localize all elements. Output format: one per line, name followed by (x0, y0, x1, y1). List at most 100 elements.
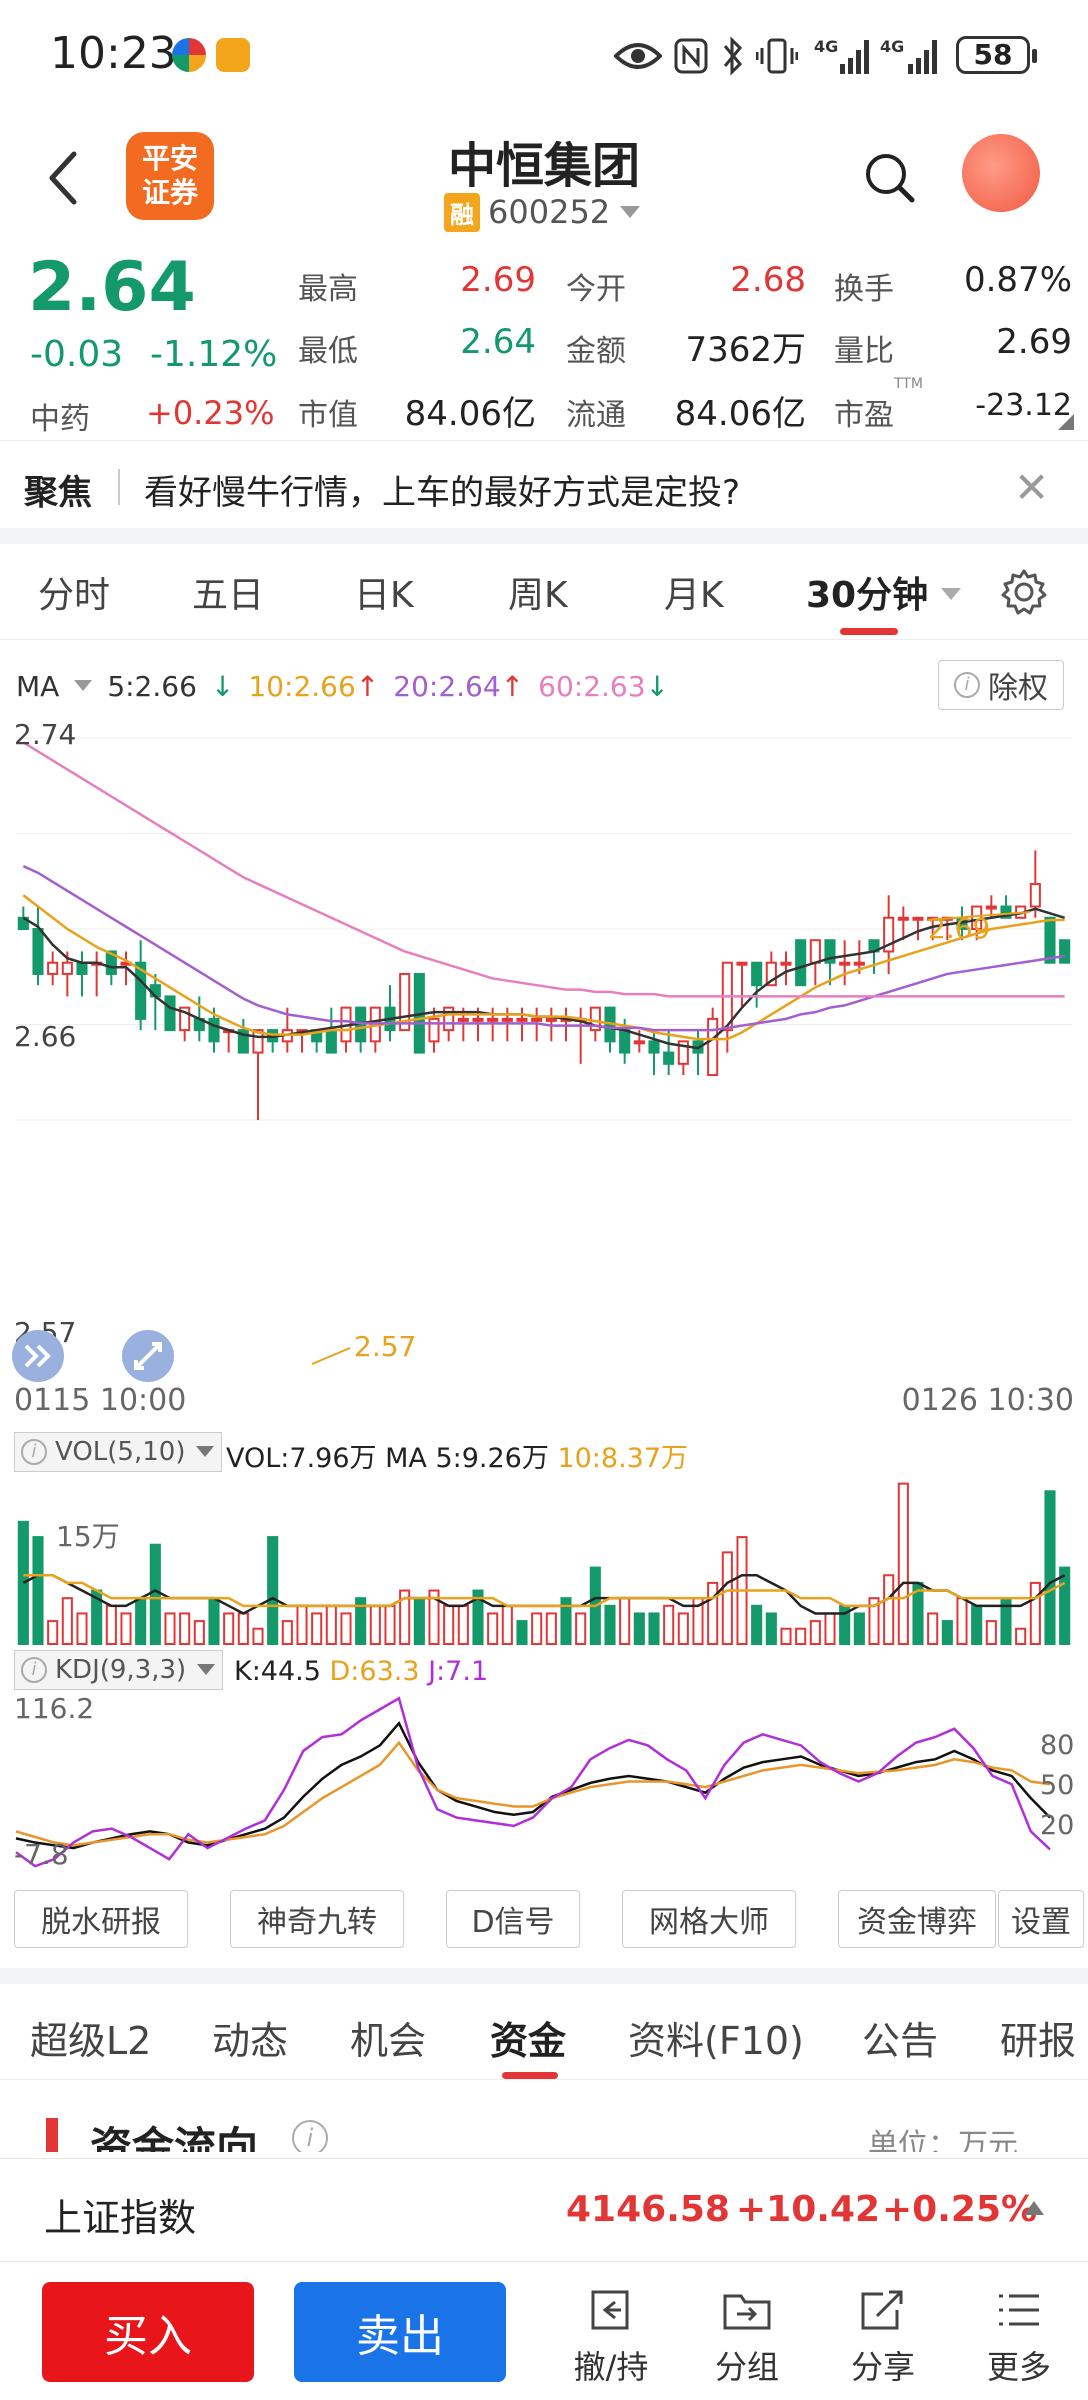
quote-label: 流通 (566, 398, 626, 433)
ma-legend[interactable]: MA 5:2.66 ↓ 10:2.66↑ 20:2.64↑ 60:2.63↓ (16, 666, 683, 706)
volume-chart[interactable]: 15万 (0, 1476, 1088, 1646)
candle-body (795, 939, 807, 987)
candle-body (164, 995, 176, 1032)
clock: 10:23 (50, 28, 177, 79)
volume-bar (809, 1620, 821, 1646)
ex-rights-label: 除权 (988, 671, 1048, 706)
sell-button[interactable]: 卖出 (294, 2282, 506, 2382)
tab-weekly-k[interactable]: 周K (508, 566, 568, 618)
tab-announcements[interactable]: 公告 (862, 2010, 938, 2065)
tab-funds[interactable]: 资金 (490, 2010, 566, 2065)
chevron-down-icon (197, 1664, 216, 1675)
kdj-indicator-label: KDJ(9,3,3) (55, 1655, 187, 1685)
candle-body (839, 961, 851, 966)
volume-bar (927, 1612, 939, 1645)
sector-name[interactable]: 中药 (30, 394, 90, 438)
volume-bar (384, 1604, 396, 1645)
search-icon[interactable] (860, 148, 920, 208)
price-change: -0.03 (30, 334, 124, 375)
buy-button[interactable]: 买入 (42, 2282, 254, 2382)
vol-value: VOL:7.96万 (226, 1443, 377, 1474)
volume-bar (853, 1612, 865, 1645)
share-button[interactable]: 分享 (828, 2286, 938, 2388)
stock-name[interactable]: 中恒集团 (0, 126, 1088, 196)
sector-change: +0.23% (146, 394, 275, 432)
ma-lines (22, 741, 1066, 1050)
close-icon[interactable]: ✕ (1014, 463, 1049, 512)
stock-code-selector[interactable]: 融 600252 (444, 192, 642, 232)
tab-news[interactable]: 动态 (212, 2010, 288, 2065)
candlestick-chart[interactable]: 2.74 2.66 2.57 2.69 2.57 0115 10:00 0126… (0, 720, 1088, 1420)
quote-label: 最低 (298, 334, 358, 369)
feature-d-signal-button[interactable]: D信号 (446, 1890, 580, 1948)
volume-bar (824, 1612, 836, 1645)
tab-daily-k[interactable]: 日K (354, 566, 414, 618)
y-axis-mid-label: 2.66 (14, 1020, 76, 1053)
tab-f10[interactable]: 资料(F10) (628, 2010, 804, 2065)
kdj-y-bottom-label: -7.8 (14, 1838, 69, 1871)
quote-value: 2.68 (730, 260, 806, 300)
chevron-down-icon (74, 680, 93, 691)
candle-body (633, 1040, 645, 1045)
tab-30min[interactable]: 30分钟 (806, 566, 928, 618)
gear-icon[interactable] (1000, 568, 1048, 616)
expand-up-icon[interactable] (1024, 2201, 1044, 2215)
feature-grid-master-button[interactable]: 网格大师 (622, 1890, 796, 1948)
low-marker: 2.57 (354, 1330, 416, 1363)
feature-research-button[interactable]: 脱水研报 (14, 1890, 188, 1948)
candle-body (325, 1029, 337, 1054)
info-icon[interactable]: i (292, 2120, 328, 2152)
chevron-down-icon (620, 206, 641, 218)
tab-five-day[interactable]: 五日 (192, 566, 264, 618)
tab-monthly-k[interactable]: 月K (664, 566, 724, 618)
assistant-avatar[interactable] (962, 134, 1040, 212)
quote-value: 2.69 (996, 322, 1072, 362)
candle-body (736, 961, 748, 966)
kdj-chart[interactable]: 116.2 -7.8 80 50 20 (0, 1694, 1088, 1874)
tab-opportunity[interactable]: 机会 (350, 2010, 426, 2065)
cancel-hold-button[interactable]: 撤/持 (556, 2286, 666, 2388)
corner-expand-icon[interactable] (1058, 414, 1074, 430)
volume-bar (340, 1612, 352, 1645)
more-label: 更多 (986, 2348, 1051, 2386)
quote-value: -23.12 (975, 388, 1072, 423)
volume-bar (413, 1597, 425, 1645)
x-axis-start-label: 0115 10:00 (14, 1383, 186, 1418)
candle-body (472, 1017, 484, 1022)
candle-body (457, 1017, 469, 1022)
ex-rights-button[interactable]: i 除权 (938, 660, 1064, 710)
kdj-k-value: K:44.5 (234, 1656, 321, 1687)
ma10-value: 10:2.66↑ (248, 669, 380, 703)
volume-bar (1029, 1581, 1041, 1645)
volume-bar (941, 1620, 953, 1646)
feature-settings-button[interactable]: 设置 (998, 1890, 1084, 1948)
chevron-down-icon[interactable] (940, 586, 962, 602)
stock-code: 600252 (488, 193, 611, 231)
tab-super-l2[interactable]: 超级L2 (30, 2010, 151, 2065)
info-icon: i (21, 1439, 47, 1465)
ma-label: MA (16, 669, 60, 703)
quote-value: 0.87% (963, 260, 1072, 300)
fund-flow-title: 资金流向 (90, 2123, 259, 2152)
vol-indicator-selector[interactable]: i VOL(5,10) (14, 1432, 223, 1472)
index-ticker[interactable]: 上证指数 4146.58 +10.42 +0.25% (0, 2158, 1088, 2262)
feature-fund-game-button[interactable]: 资金博弈 (838, 1890, 996, 1948)
bluetooth-icon (723, 36, 743, 76)
tab-intraday[interactable]: 分时 (38, 566, 110, 618)
more-button[interactable]: 更多 (964, 2286, 1074, 2388)
focus-headline[interactable]: 看好慢牛行情，上车的最好方式是定投? (144, 465, 740, 514)
eye-icon (614, 43, 662, 69)
tab-reports[interactable]: 研报 (1000, 2010, 1076, 2065)
volume-bar (17, 1520, 29, 1645)
volume-bar (252, 1627, 264, 1646)
kdj-d-value: D:63.3 (329, 1656, 420, 1687)
group-button[interactable]: 分组 (692, 2286, 802, 2388)
candle-body (809, 939, 821, 964)
volume-bar (223, 1612, 235, 1645)
feature-nine-turns-button[interactable]: 神奇九转 (230, 1890, 404, 1948)
focus-banner[interactable]: 聚焦 看好慢牛行情，上车的最好方式是定投? ✕ (0, 440, 1088, 528)
kdj-indicator-selector[interactable]: i KDJ(9,3,3) (14, 1650, 224, 1690)
volume-bar (897, 1482, 909, 1645)
stock-header: 平安 证券 中恒集团 融 600252 (0, 112, 1088, 248)
section-accent-bar (46, 2118, 58, 2152)
